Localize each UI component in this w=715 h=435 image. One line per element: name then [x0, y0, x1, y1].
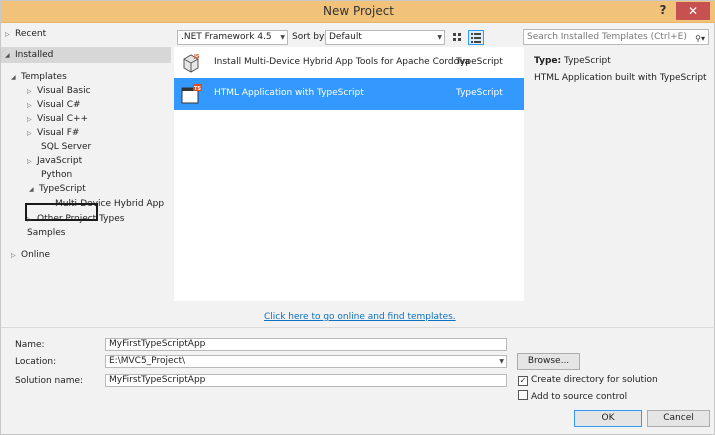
- list-icon: [471, 33, 481, 43]
- template-row-cordova[interactable]: JS Install Multi-Device Hybrid App Tools…: [174, 47, 524, 79]
- type-label: Type:: [534, 56, 562, 66]
- tree-label: JavaScript: [37, 156, 83, 166]
- tree-label: Recent: [15, 29, 47, 39]
- type-value: TypeScript: [563, 56, 611, 66]
- online-templates-link[interactable]: Click here to go online and find templat…: [264, 312, 456, 322]
- chevron-right-icon[interactable]: ▷: [27, 85, 37, 99]
- tree-item-typescript[interactable]: ◢ TypeScript: [29, 182, 86, 196]
- svg-text:TS: TS: [194, 86, 201, 92]
- tree-item-samples[interactable]: Samples: [27, 226, 65, 240]
- chevron-right-icon[interactable]: ▷: [11, 249, 21, 263]
- template-name: HTML Application with TypeScript: [214, 88, 364, 98]
- add-source-control-option[interactable]: Add to source control: [518, 390, 627, 402]
- tree-item-templates[interactable]: ◢ Templates: [11, 70, 67, 84]
- tree-item-recent[interactable]: ▷ Recent: [5, 27, 46, 41]
- framework-value: .NET Framework 4.5: [181, 32, 272, 42]
- location-label: Location:: [15, 357, 57, 367]
- name-input[interactable]: MyFirstTypeScriptApp: [105, 338, 507, 351]
- details-type: Type: TypeScript: [534, 56, 611, 66]
- chevron-down-icon[interactable]: ◢: [5, 49, 15, 63]
- divider: [1, 327, 715, 328]
- tree-label: Visual C#: [37, 100, 81, 110]
- template-list: JS Install Multi-Device Hybrid App Tools…: [174, 47, 524, 301]
- chevron-right-icon[interactable]: ▷: [27, 155, 37, 169]
- template-name: Install Multi-Device Hybrid App Tools fo…: [214, 57, 470, 67]
- create-directory-checkbox[interactable]: ✓: [518, 376, 528, 386]
- search-templates-input[interactable]: Search Installed Templates (Ctrl+E) ⚲▾: [523, 29, 709, 45]
- solution-name-label: Solution name:: [15, 376, 84, 386]
- template-language: TypeScript: [456, 88, 503, 98]
- tree-item-installed[interactable]: ◢ Installed: [5, 48, 53, 62]
- tree-item-visual-csharp[interactable]: ▷ Visual C#: [27, 98, 81, 112]
- solution-name-input[interactable]: MyFirstTypeScriptApp: [105, 374, 507, 387]
- tree-label: Python: [41, 170, 73, 180]
- tree-label: Templates: [21, 72, 67, 82]
- sort-label: Sort by:: [292, 32, 327, 42]
- chevron-right-icon[interactable]: ▷: [27, 213, 37, 227]
- tree-label: Installed: [15, 50, 54, 60]
- tree-label: Visual Basic: [37, 86, 91, 96]
- tree-label: Multi-Device Hybrid App: [55, 199, 165, 209]
- location-value: E:\MVC5_Project\: [109, 356, 186, 366]
- tree-label: TypeScript: [39, 184, 86, 194]
- tree-item-online[interactable]: ▷ Online: [11, 248, 50, 262]
- chevron-right-icon[interactable]: ▷: [27, 113, 37, 127]
- tree-item-other-project-types[interactable]: ▷ Other Project Types: [27, 212, 124, 226]
- chevron-down-icon[interactable]: ◢: [11, 71, 21, 85]
- tree-label: Visual C++: [37, 114, 89, 124]
- details-description: HTML Application built with TypeScript: [534, 73, 707, 83]
- create-directory-option[interactable]: ✓ Create directory for solution: [518, 375, 658, 386]
- dialog-title: New Project: [322, 4, 395, 18]
- new-project-dialog: New Project ? ✕ ▷ Recent ◢ Installed ◢ Temp…: [0, 0, 715, 435]
- tree-item-visual-cpp[interactable]: ▷ Visual C++: [27, 112, 88, 126]
- browse-button[interactable]: Browse...: [517, 353, 580, 370]
- tree-item-visual-basic[interactable]: ▷ Visual Basic: [27, 84, 91, 98]
- tree-item-javascript[interactable]: ▷ JavaScript: [27, 154, 82, 168]
- chevron-down-icon: ▼: [437, 34, 442, 41]
- chevron-right-icon[interactable]: ▷: [27, 127, 37, 141]
- small-icons-view-button[interactable]: [450, 30, 466, 45]
- template-language: TypeScript: [456, 57, 503, 67]
- add-source-control-checkbox[interactable]: [518, 390, 528, 400]
- chevron-right-icon[interactable]: ▷: [5, 28, 15, 42]
- cancel-button[interactable]: Cancel: [647, 410, 710, 427]
- sort-select[interactable]: Default ▼: [325, 30, 445, 45]
- tree-label: Other Project Types: [37, 214, 125, 224]
- title-bar: New Project ? ✕: [1, 1, 715, 23]
- close-button[interactable]: ✕: [676, 2, 710, 20]
- tree-label: SQL Server: [41, 142, 92, 152]
- location-combo[interactable]: E:\MVC5_Project\ ▼: [105, 355, 507, 368]
- ok-button[interactable]: OK: [574, 410, 642, 427]
- sort-value: Default: [329, 32, 362, 42]
- cordova-template-icon: JS: [180, 52, 202, 74]
- chevron-down-icon: ▼: [280, 34, 285, 41]
- name-label: Name:: [15, 340, 45, 350]
- framework-select[interactable]: .NET Framework 4.5 ▼: [177, 30, 288, 45]
- tree-item-sql-server[interactable]: SQL Server: [41, 140, 91, 154]
- tree-label: Visual F#: [37, 128, 80, 138]
- template-tree: ▷ Recent ◢ Installed ◢ Templates ▷ Visual Ba…: [1, 23, 171, 323]
- tree-item-visual-fsharp[interactable]: ▷ Visual F#: [27, 126, 79, 140]
- tree-item-python[interactable]: Python: [41, 168, 72, 182]
- tree-item-multi-device[interactable]: Multi-Device Hybrid App: [55, 197, 164, 211]
- chevron-down-icon[interactable]: ◢: [29, 183, 39, 197]
- chevron-right-icon[interactable]: ▷: [27, 99, 37, 113]
- help-button[interactable]: ?: [654, 3, 672, 19]
- chevron-down-icon: ▼: [499, 358, 504, 365]
- add-source-control-label: Add to source control: [531, 392, 628, 402]
- typescript-template-icon: TS: [180, 83, 202, 105]
- tree-label: Online: [21, 250, 51, 260]
- svg-text:JS: JS: [193, 54, 200, 60]
- search-placeholder: Search Installed Templates (Ctrl+E): [527, 32, 687, 42]
- list-view-button[interactable]: [468, 30, 484, 45]
- tree-label: Samples: [27, 228, 66, 238]
- template-row-html-typescript[interactable]: TS HTML Application with TypeScript Type…: [174, 78, 524, 110]
- search-icon[interactable]: ⚲▾: [695, 32, 705, 46]
- grid-icon: [453, 33, 461, 41]
- create-directory-label: Create directory for solution: [531, 375, 658, 385]
